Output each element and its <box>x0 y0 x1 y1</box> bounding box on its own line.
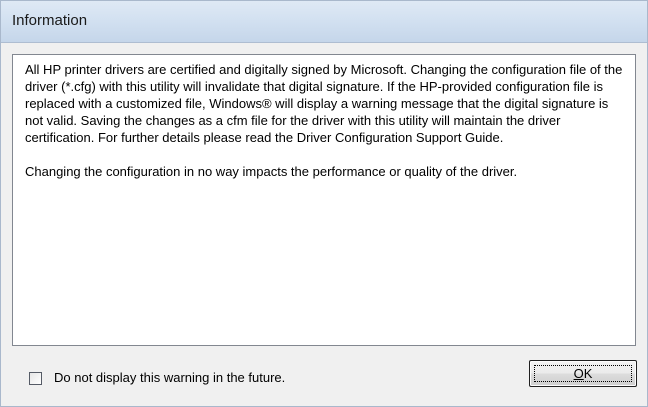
ok-mnemonic: O <box>573 366 584 381</box>
dialog-titlebar[interactable]: Information <box>1 1 647 43</box>
message-box: All HP printer drivers are certified and… <box>12 54 636 346</box>
do-not-display-label[interactable]: Do not display this warning in the futur… <box>54 370 285 385</box>
message-paragraph-1: All HP printer drivers are certified and… <box>25 62 623 145</box>
ok-focus-rect: OK <box>534 365 632 382</box>
ok-button[interactable]: OK <box>529 360 637 387</box>
ok-button-label: OK <box>574 367 593 380</box>
do-not-display-checkbox[interactable] <box>29 372 42 385</box>
dialog-title: Information <box>12 12 88 29</box>
message-paragraph-2: Changing the configuration in no way imp… <box>25 164 518 179</box>
information-dialog: Information All HP printer drivers are c… <box>0 0 648 407</box>
dialog-footer: Do not display this warning in the futur… <box>1 346 647 406</box>
ok-label-rest: K <box>583 366 593 381</box>
